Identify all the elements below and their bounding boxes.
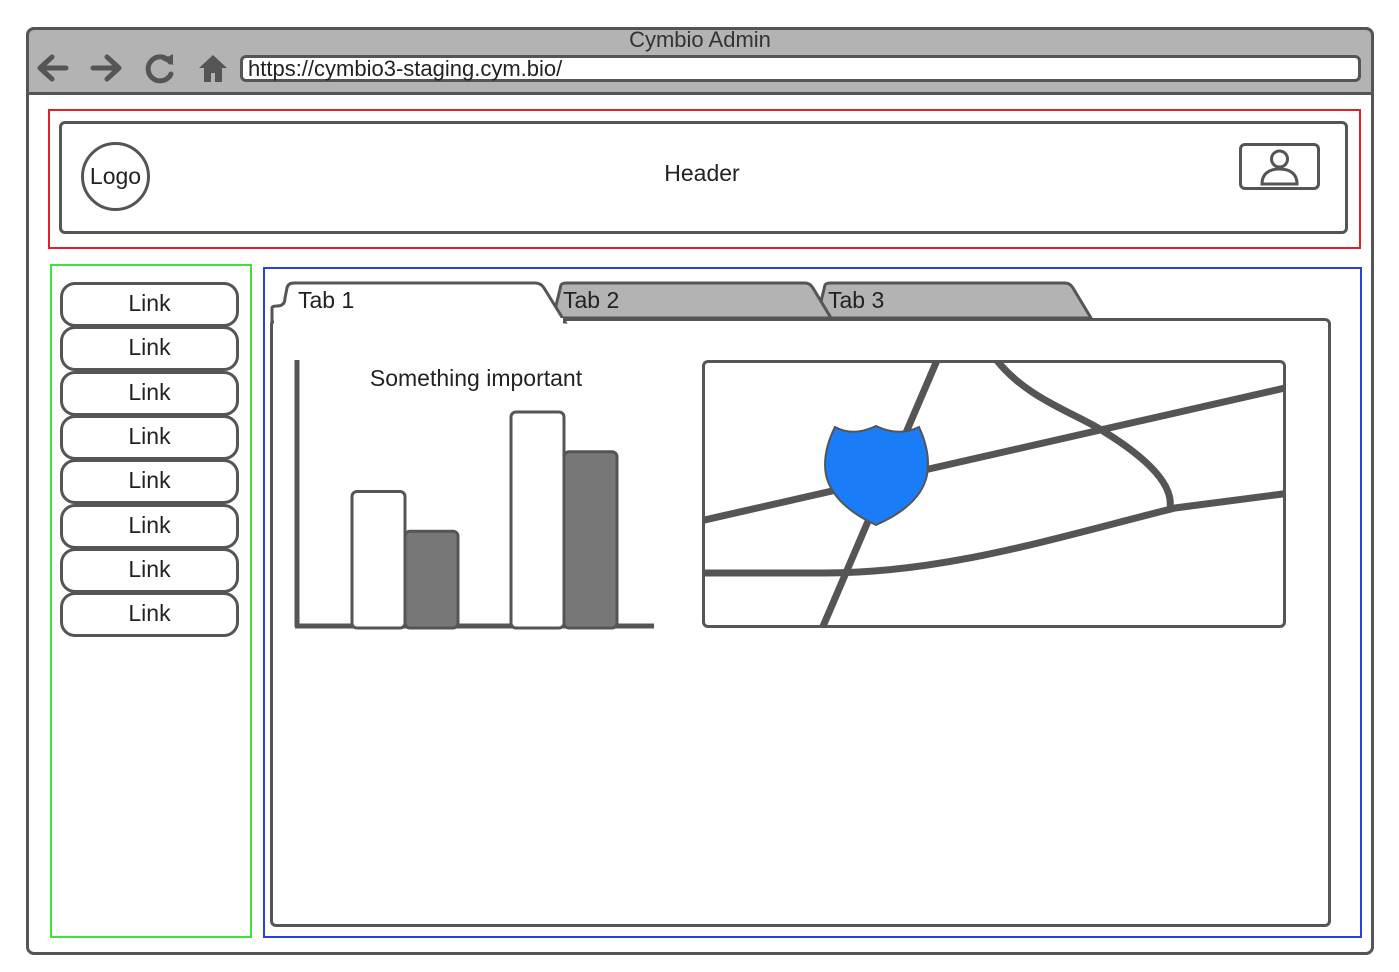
sidebar-link[interactable]: Link bbox=[60, 326, 239, 371]
road-diagonal bbox=[705, 384, 1283, 524]
sidebar-link[interactable]: Link bbox=[60, 504, 239, 549]
sidebar-link[interactable]: Link bbox=[60, 371, 239, 416]
map-roads bbox=[705, 363, 1283, 625]
sidebar-link[interactable]: Link bbox=[60, 415, 239, 460]
logo[interactable]: Logo bbox=[81, 142, 150, 211]
url-bar[interactable]: https://cymbio3-staging.cym.bio/ bbox=[240, 55, 1361, 82]
forward-arrow-icon[interactable] bbox=[89, 50, 125, 86]
bar-chart bbox=[294, 360, 654, 630]
sidebar-link[interactable]: Link bbox=[60, 548, 239, 593]
tab-2[interactable]: Tab 2 bbox=[563, 286, 619, 314]
sidebar-link[interactable]: Link bbox=[60, 282, 239, 327]
header-title: Header bbox=[664, 160, 740, 186]
chart-bar bbox=[562, 450, 619, 630]
tab-3[interactable]: Tab 3 bbox=[828, 286, 884, 314]
user-icon bbox=[1260, 149, 1299, 186]
user-profile-button[interactable] bbox=[1239, 143, 1320, 190]
back-arrow-icon[interactable] bbox=[34, 50, 70, 86]
tab-1[interactable]: Tab 1 bbox=[298, 286, 354, 314]
home-icon[interactable] bbox=[195, 50, 231, 86]
chart-bar bbox=[403, 529, 460, 630]
chart-bar bbox=[350, 490, 407, 630]
shield-marker-icon[interactable] bbox=[823, 423, 933, 529]
reload-icon[interactable] bbox=[142, 50, 178, 86]
sidebar-link[interactable]: Link bbox=[60, 459, 239, 504]
sidebar-link[interactable]: Link bbox=[60, 592, 239, 637]
window-title: Cymbio Admin bbox=[629, 27, 771, 52]
map[interactable] bbox=[702, 360, 1286, 628]
chart-bar bbox=[509, 410, 566, 630]
road-lower bbox=[705, 490, 1283, 577]
